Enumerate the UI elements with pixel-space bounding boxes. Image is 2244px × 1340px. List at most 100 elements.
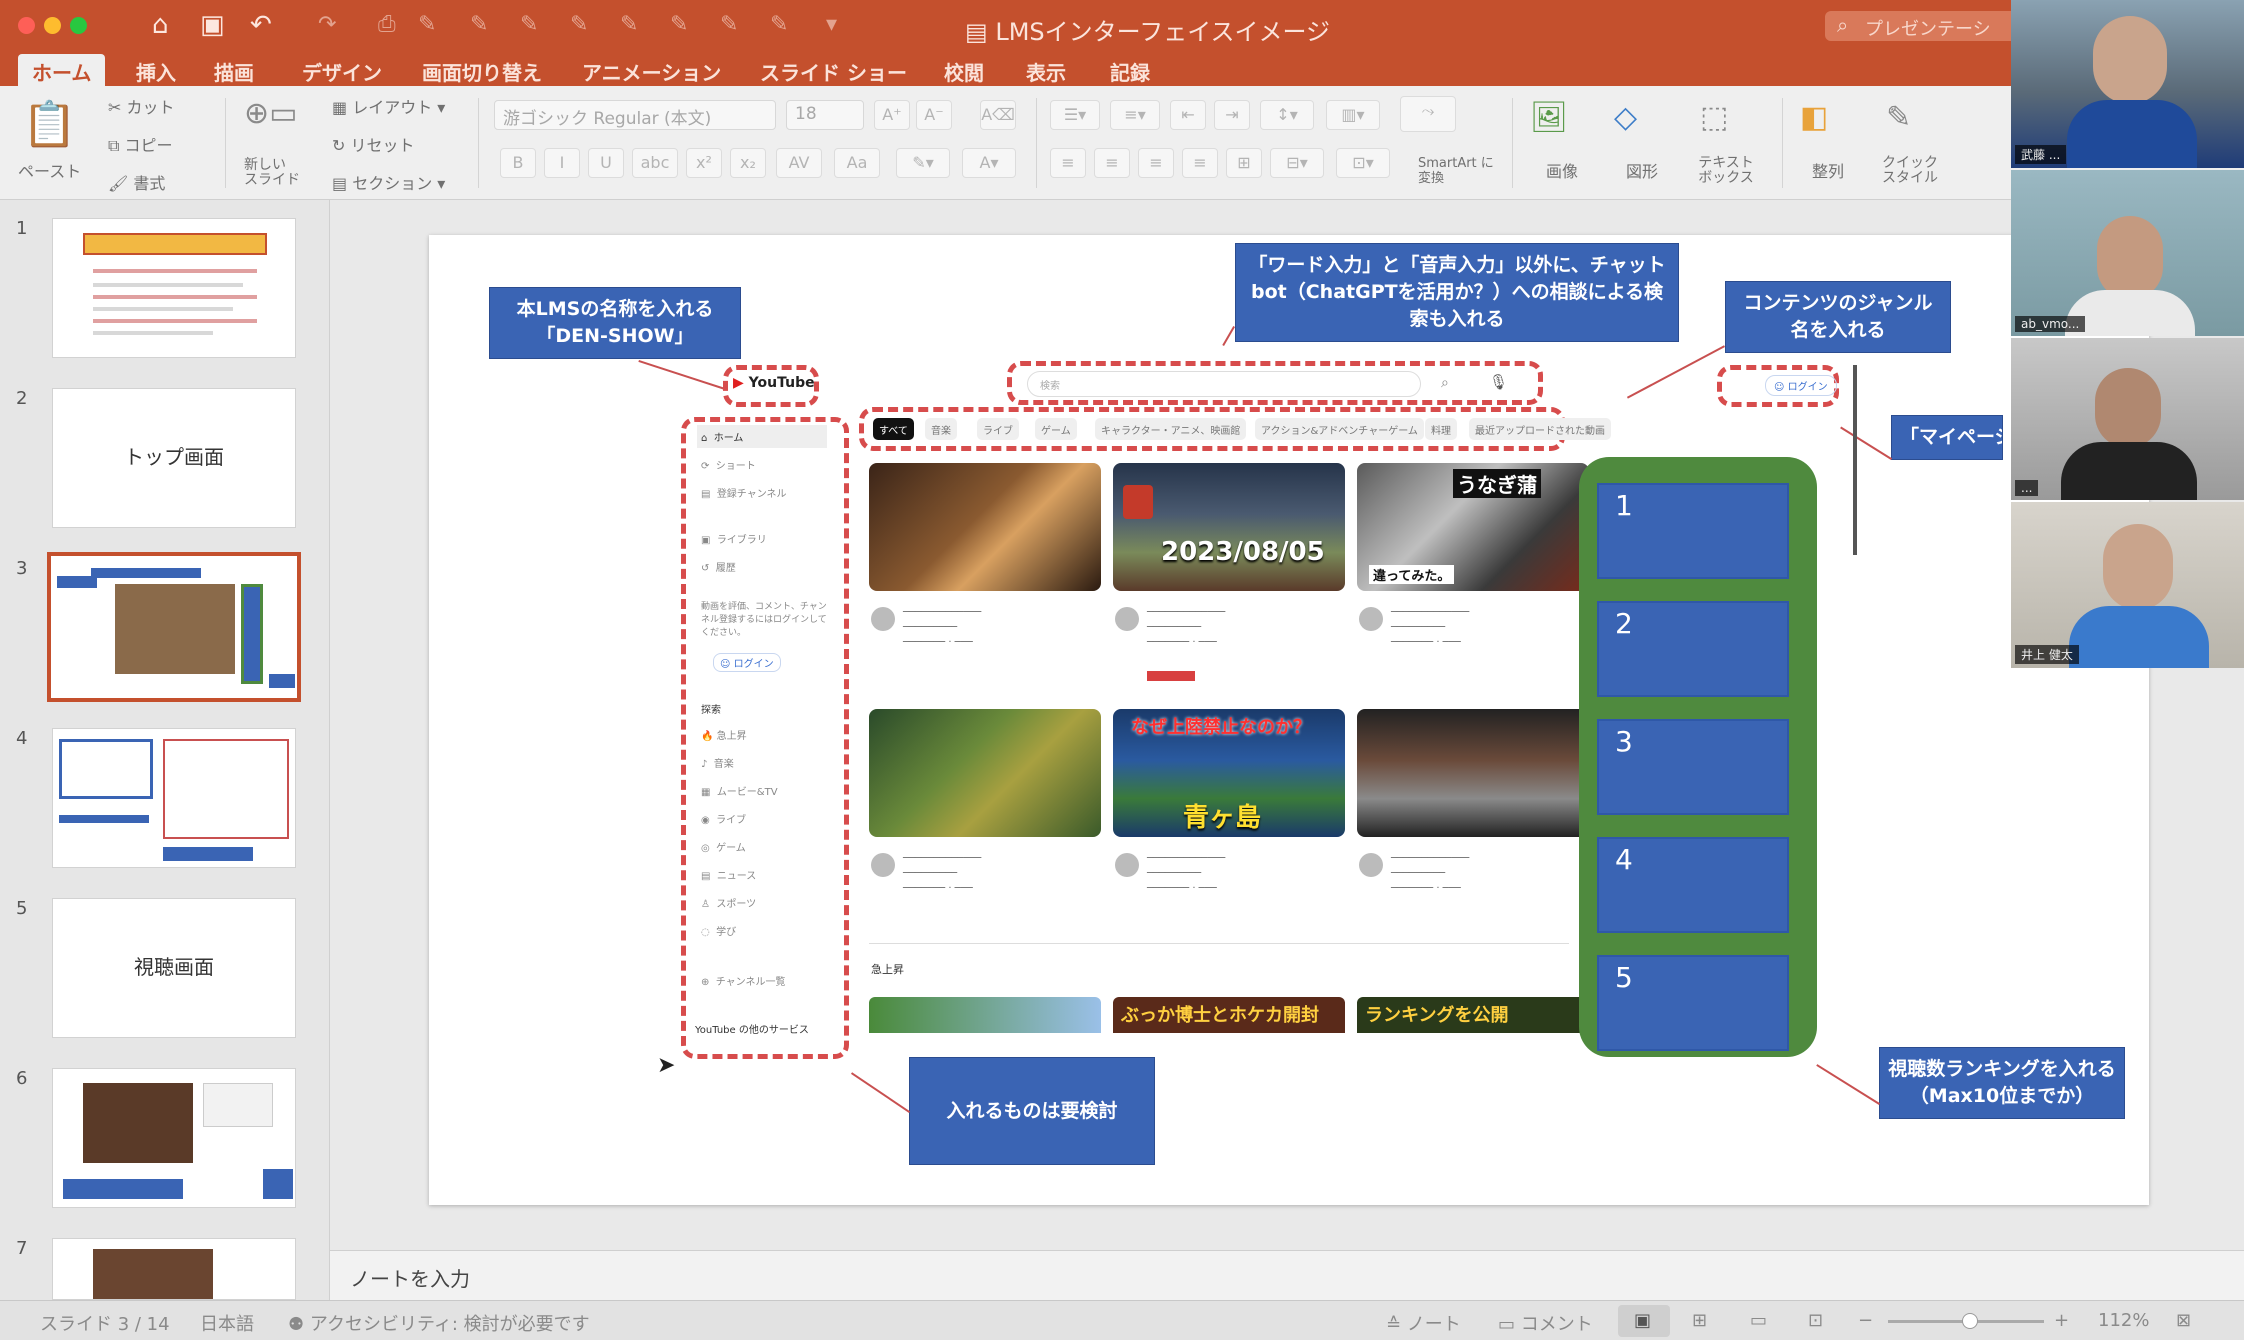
slide-thumbnail-2[interactable]: トップ画面 — [52, 388, 296, 528]
bullets-button[interactable]: ☰▾ — [1050, 100, 1100, 130]
tab-insert[interactable]: 挿入 — [122, 54, 190, 86]
picture-icon[interactable]: 🖼 — [1530, 100, 1568, 135]
yt-sidebar-trending[interactable]: 🔥 急上昇 — [701, 727, 747, 742]
toolbar-icon[interactable]: ✎ — [670, 12, 688, 38]
language-indicator[interactable]: 日本語 — [200, 1310, 254, 1336]
yt-sidebar-home[interactable]: ⌂ ホーム — [697, 425, 827, 448]
subscript-button[interactable]: x₂ — [730, 148, 766, 178]
save-icon[interactable]: ▣ — [200, 12, 225, 38]
zoom-out-icon[interactable]: − — [1858, 1310, 1873, 1331]
superscript-button[interactable]: x² — [686, 148, 722, 178]
yt-video-thumbnail[interactable] — [869, 997, 1101, 1033]
yt-video-thumbnail[interactable]: ぶっか博士とホケカ開封 — [1113, 997, 1345, 1033]
participant-video[interactable]: 井上 健太 — [2011, 502, 2244, 668]
yt-chip[interactable]: 音楽 — [925, 418, 957, 440]
new-slide-label[interactable]: 新しい スライド — [244, 158, 304, 188]
youtube-logo[interactable]: ▶ YouTube — [733, 375, 815, 391]
decrease-indent-button[interactable]: ⇤ — [1170, 100, 1206, 130]
picture-label[interactable]: 画像 — [1546, 158, 1578, 182]
slide-sorter-icon[interactable]: ⊞ — [1692, 1310, 1707, 1331]
minimize-window-button[interactable] — [44, 17, 61, 34]
numbering-button[interactable]: ≡▾ — [1110, 100, 1160, 130]
yt-chip[interactable]: キャラクター・アニメ、映画館 — [1095, 418, 1247, 440]
toolbar-icon[interactable]: ✎ — [620, 12, 638, 38]
ranking-item[interactable]: 3 — [1597, 719, 1789, 815]
shapes-icon[interactable]: ◇ — [1614, 100, 1637, 135]
tab-draw[interactable]: 描画 — [200, 54, 268, 86]
tab-design[interactable]: デザイン — [288, 54, 396, 86]
callout-ranking[interactable]: 視聴数ランキングを入れる（Max10位までか） — [1879, 1047, 2125, 1119]
participant-video[interactable]: ab_vmo... — [2011, 170, 2244, 336]
bold-button[interactable]: B — [500, 148, 536, 178]
textbox-label[interactable]: テキスト ボックス — [1694, 156, 1758, 186]
yt-sidebar-gaming[interactable]: ◎ ゲーム — [701, 839, 746, 854]
justify-button[interactable]: ≡ — [1182, 148, 1218, 178]
line-spacing-button[interactable]: ↕▾ — [1260, 100, 1314, 130]
callout-search[interactable]: 「ワード入力」と「音声入力」以外に、チャットbot（ChatGPTを活用か？）へ… — [1235, 243, 1679, 342]
home-icon[interactable]: ⌂ — [152, 12, 169, 38]
cut-button[interactable]: ✂ カット — [108, 94, 175, 118]
notes-toggle[interactable]: ≙ ノート — [1386, 1310, 1461, 1336]
yt-video-thumbnail[interactable] — [1357, 709, 1589, 837]
zoom-window-button[interactable] — [70, 17, 87, 34]
align-right-button[interactable]: ≡ — [1138, 148, 1174, 178]
yt-search-icon[interactable]: ⌕ — [1441, 375, 1449, 391]
clear-format-button[interactable]: A⌫ — [980, 100, 1016, 130]
arrange-label[interactable]: 整列 — [1812, 158, 1844, 182]
yt-sidebar-library[interactable]: ▣ ライブラリ — [701, 531, 767, 546]
shrink-font-button[interactable]: A⁻ — [916, 100, 952, 130]
paste-icon[interactable]: 📋 — [22, 98, 77, 150]
convert-smartart-button[interactable]: SmartArt に変換 — [1418, 156, 1498, 186]
print-icon[interactable]: ⎙ — [378, 12, 396, 38]
yt-sidebar-movies[interactable]: ▦ ムービー&TV — [701, 783, 778, 798]
callout-genre[interactable]: コンテンツのジャンル名を入れる — [1725, 281, 1951, 353]
copy-button[interactable]: ⧉ コピー — [108, 132, 173, 156]
text-box-options-button[interactable]: ⊡▾ — [1336, 148, 1390, 178]
text-direction-button[interactable]: ⤳ — [1400, 96, 1456, 132]
layout-button[interactable]: ▦ レイアウト ▾ — [332, 94, 445, 118]
channel-avatar[interactable] — [871, 607, 895, 631]
yt-chip-all[interactable]: すべて — [873, 418, 914, 440]
toolbar-icon[interactable]: ✎ — [570, 12, 588, 38]
grow-font-button[interactable]: A⁺ — [874, 100, 910, 130]
toolbar-icon[interactable]: ✎ — [770, 12, 788, 38]
tab-review[interactable]: 校閲 — [930, 54, 998, 86]
yt-sidebar-shorts[interactable]: ⟳ ショート — [701, 457, 756, 472]
underline-button[interactable]: U — [588, 148, 624, 178]
yt-sidebar-live[interactable]: ◉ ライブ — [701, 811, 746, 826]
tab-transitions[interactable]: 画面切り替え — [408, 54, 556, 86]
yt-chip[interactable]: ゲーム — [1035, 418, 1077, 440]
yt-video-thumbnail[interactable]: なぜ上陸禁止なのか？ 青ヶ島 — [1113, 709, 1345, 837]
change-case-button[interactable]: Aa — [834, 148, 880, 178]
arrange-icon[interactable]: ◧ — [1800, 100, 1828, 135]
toolbar-icon[interactable]: ✎ — [520, 12, 538, 38]
tab-home[interactable]: ホーム — [18, 54, 106, 86]
tab-animations[interactable]: アニメーション — [568, 54, 735, 86]
toolbar-icon[interactable]: ✎ — [470, 12, 488, 38]
yt-chip[interactable]: 料理 — [1425, 418, 1457, 440]
paste-label[interactable]: ペースト — [18, 158, 81, 182]
yt-video-thumbnail[interactable] — [869, 463, 1101, 591]
slide-thumbnail-7[interactable] — [52, 1238, 296, 1300]
yt-sidebar-history[interactable]: ↺ 履歴 — [701, 559, 736, 574]
tab-record[interactable]: 記録 — [1096, 54, 1164, 86]
ranking-item[interactable]: 1 — [1597, 483, 1789, 579]
comments-toggle[interactable]: ▭ コメント — [1498, 1310, 1593, 1336]
font-family-select[interactable]: 游ゴシック Regular (本文) — [494, 100, 776, 130]
yt-sidebar-login-button[interactable]: ☺ ログイン — [713, 653, 781, 672]
callout-sidebar[interactable]: 入れるものは要検討 — [909, 1057, 1155, 1165]
yt-scrollbar[interactable] — [1853, 365, 1857, 555]
align-text-button[interactable]: ⊟▾ — [1270, 148, 1324, 178]
yt-sidebar-channels[interactable]: ⊕ チャンネル一覧 — [701, 973, 785, 988]
format-painter-button[interactable]: 🖌 書式 — [108, 170, 165, 194]
yt-sidebar-music[interactable]: ♪ 音楽 — [701, 755, 734, 770]
yt-sidebar-learning[interactable]: ◌ 学び — [701, 923, 736, 938]
yt-sidebar-subscriptions[interactable]: ▤ 登録チャンネル — [701, 485, 787, 500]
participant-video[interactable]: ... — [2011, 338, 2244, 500]
reading-view-icon[interactable]: ▭ — [1750, 1310, 1767, 1331]
undo-icon[interactable]: ↶ — [250, 12, 272, 38]
increase-indent-button[interactable]: ⇥ — [1214, 100, 1250, 130]
slideshow-icon[interactable]: ⊡ — [1808, 1310, 1823, 1331]
new-slide-icon[interactable]: ⊕▭ — [244, 96, 297, 131]
slide-thumbnail-5[interactable]: 視聴画面 — [52, 898, 296, 1038]
